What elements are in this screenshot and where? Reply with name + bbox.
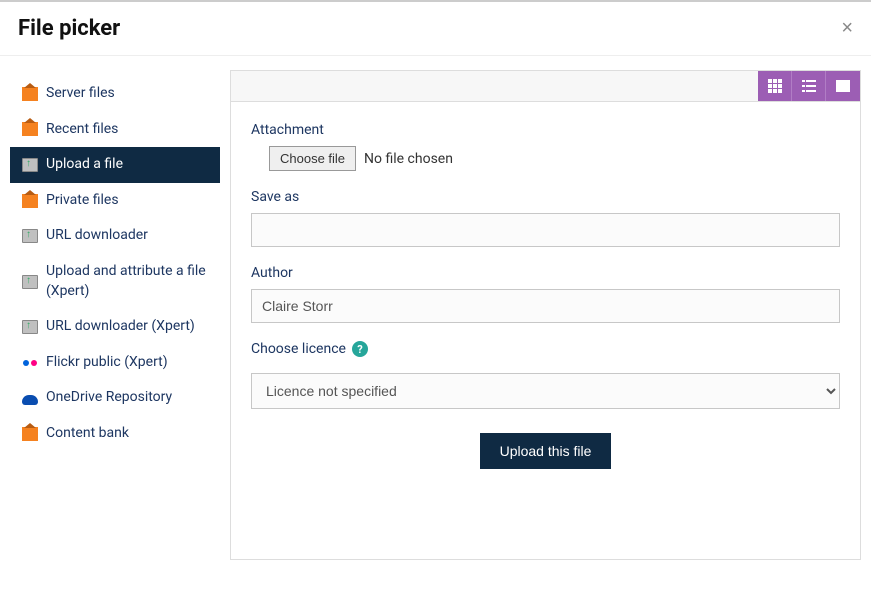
sidebar-item-label: Upload and attribute a file (Xpert) (46, 262, 208, 301)
download-icon (22, 229, 38, 243)
sidebar-item-label: URL downloader (Xpert) (46, 317, 195, 337)
sidebar-item-content-bank[interactable]: Content bank (10, 416, 220, 452)
sidebar-item-private-files[interactable]: Private files (10, 183, 220, 219)
licence-label: Choose licence (251, 341, 346, 357)
upload-button[interactable]: Upload this file (480, 433, 612, 469)
attachment-label: Attachment (251, 122, 840, 138)
sidebar-item-label: Recent files (46, 120, 118, 140)
author-input[interactable] (251, 289, 840, 323)
dialog-title: File picker (18, 16, 120, 41)
view-list-button[interactable] (792, 71, 826, 101)
house-icon (22, 122, 38, 136)
licence-select[interactable]: Licence not specified (251, 373, 840, 409)
sidebar-item-upload-xpert[interactable]: Upload and attribute a file (Xpert) (10, 254, 220, 309)
saveas-input[interactable] (251, 213, 840, 247)
folder-icon (836, 80, 850, 92)
sidebar-item-label: Server files (46, 84, 115, 104)
author-label: Author (251, 265, 840, 281)
file-status-text: No file chosen (364, 151, 453, 167)
sidebar-item-label: Content bank (46, 424, 129, 444)
view-grid-button[interactable] (758, 71, 792, 101)
sidebar-item-label: Upload a file (46, 155, 123, 175)
repository-sidebar: Server files Recent files Upload a file … (10, 70, 220, 560)
sidebar-item-label: Private files (46, 191, 119, 211)
grid-icon (768, 79, 782, 93)
sidebar-item-onedrive[interactable]: OneDrive Repository (10, 380, 220, 416)
download-icon (22, 320, 38, 334)
sidebar-item-label: Flickr public (Xpert) (46, 353, 168, 373)
sidebar-item-label: OneDrive Repository (46, 388, 172, 408)
sidebar-item-url-downloader-xpert[interactable]: URL downloader (Xpert) (10, 309, 220, 345)
main-panel: Attachment Choose file No file chosen Sa… (230, 70, 861, 560)
close-icon: × (841, 17, 853, 39)
sidebar-item-label: URL downloader (46, 226, 148, 246)
sidebar-item-upload[interactable]: Upload a file (10, 147, 220, 183)
house-icon (22, 87, 38, 101)
house-icon (22, 427, 38, 441)
list-icon (802, 80, 816, 92)
help-icon[interactable]: ? (352, 341, 368, 357)
flickr-icon (22, 356, 38, 370)
upload-icon (22, 158, 38, 172)
choose-file-button[interactable]: Choose file (269, 146, 356, 171)
view-tree-button[interactable] (826, 71, 860, 101)
sidebar-item-server-files[interactable]: Server files (10, 76, 220, 112)
upload-icon (22, 275, 38, 289)
saveas-label: Save as (251, 189, 840, 205)
close-button[interactable]: × (841, 17, 853, 40)
sidebar-item-url-downloader[interactable]: URL downloader (10, 218, 220, 254)
view-toolbar (231, 71, 860, 102)
cloud-icon (22, 395, 38, 405)
sidebar-item-flickr[interactable]: Flickr public (Xpert) (10, 345, 220, 381)
sidebar-item-recent-files[interactable]: Recent files (10, 112, 220, 148)
house-icon (22, 194, 38, 208)
